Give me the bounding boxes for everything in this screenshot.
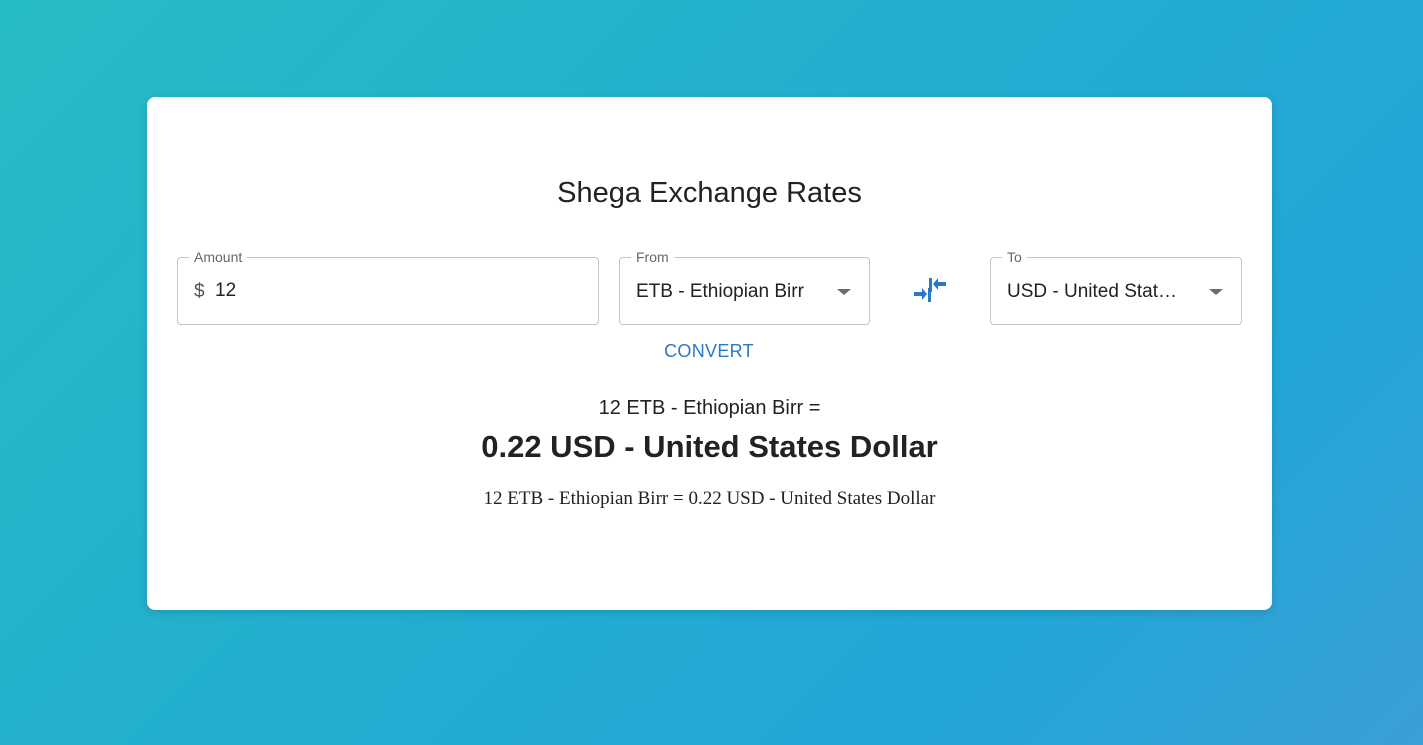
- converter-card: Shega Exchange Rates Amount $ From ETB -…: [147, 97, 1272, 610]
- to-selected-value: USD - United States Dollar: [1007, 281, 1187, 302]
- to-currency-select[interactable]: To USD - United States Dollar: [990, 248, 1242, 325]
- convert-button[interactable]: CONVERT: [644, 335, 774, 367]
- compare-arrows-icon: [913, 277, 947, 308]
- page-title: Shega Exchange Rates: [557, 177, 862, 209]
- to-label: To: [1002, 248, 1027, 266]
- from-selected-value: ETB - Ethiopian Birr: [636, 281, 804, 302]
- currency-prefix: $: [194, 281, 205, 302]
- from-currency-select[interactable]: From ETB - Ethiopian Birr: [619, 248, 870, 325]
- swap-currencies-button[interactable]: [905, 271, 955, 313]
- amount-label: Amount: [189, 248, 248, 266]
- result-to-text: 0.22 USD - United States Dollar: [481, 429, 938, 464]
- chevron-down-icon: [1209, 289, 1223, 295]
- from-label: From: [631, 248, 674, 266]
- amount-input[interactable]: [215, 273, 585, 309]
- result-summary: 12 ETB - Ethiopian Birr = 0.22 USD - Uni…: [483, 488, 936, 509]
- result-from-text: 12 ETB - Ethiopian Birr =: [598, 397, 821, 419]
- amount-field[interactable]: Amount $: [177, 248, 599, 325]
- chevron-down-icon: [837, 289, 851, 295]
